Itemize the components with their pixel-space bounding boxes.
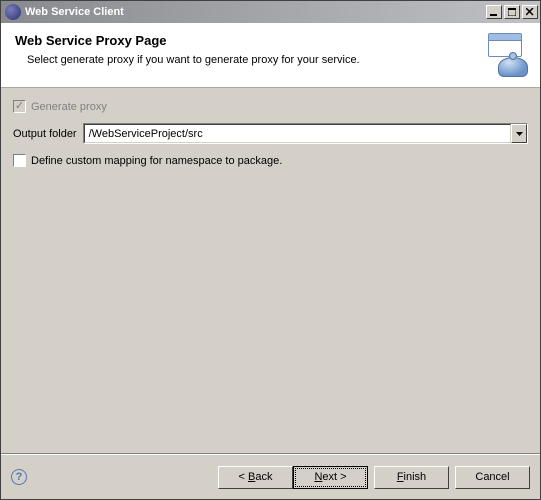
output-folder-value: /WebServiceProject/src xyxy=(84,124,511,143)
help-icon[interactable]: ? xyxy=(11,469,27,485)
dropdown-button[interactable] xyxy=(511,124,527,143)
window-title: Web Service Client xyxy=(25,6,484,18)
output-folder-combo[interactable]: /WebServiceProject/src xyxy=(83,123,528,144)
custom-mapping-label: Define custom mapping for namespace to p… xyxy=(31,155,282,167)
generate-proxy-row: ✓ Generate proxy xyxy=(13,100,528,113)
wizard-header: Web Service Proxy Page Select generate p… xyxy=(1,23,540,88)
title-bar: Web Service Client xyxy=(1,1,540,23)
generate-proxy-checkbox: ✓ xyxy=(13,100,26,113)
wizard-dialog: Web Service Client Web Service Proxy Pag… xyxy=(0,0,541,500)
custom-mapping-row: Define custom mapping for namespace to p… xyxy=(13,154,528,167)
output-folder-label: Output folder xyxy=(13,128,77,140)
finish-button[interactable]: Finish xyxy=(374,466,449,489)
wizard-header-text: Web Service Proxy Page Select generate p… xyxy=(15,33,360,66)
minimize-button[interactable] xyxy=(486,5,502,19)
close-button[interactable] xyxy=(522,5,538,19)
page-title: Web Service Proxy Page xyxy=(15,33,360,48)
wizard-banner-icon xyxy=(480,33,528,77)
back-button[interactable]: < Back xyxy=(218,466,293,489)
wizard-footer: ? < Back Next > Finish Cancel xyxy=(1,455,540,499)
page-description: Select generate proxy if you want to gen… xyxy=(15,54,360,66)
maximize-button[interactable] xyxy=(504,5,520,19)
window-controls xyxy=(484,5,538,19)
wizard-content: ✓ Generate proxy Output folder /WebServi… xyxy=(1,88,540,453)
app-icon xyxy=(5,4,21,20)
generate-proxy-label: Generate proxy xyxy=(31,101,107,113)
cancel-button[interactable]: Cancel xyxy=(455,466,530,489)
custom-mapping-checkbox[interactable] xyxy=(13,154,26,167)
output-folder-row: Output folder /WebServiceProject/src xyxy=(13,123,528,144)
next-button[interactable]: Next > xyxy=(293,466,368,489)
